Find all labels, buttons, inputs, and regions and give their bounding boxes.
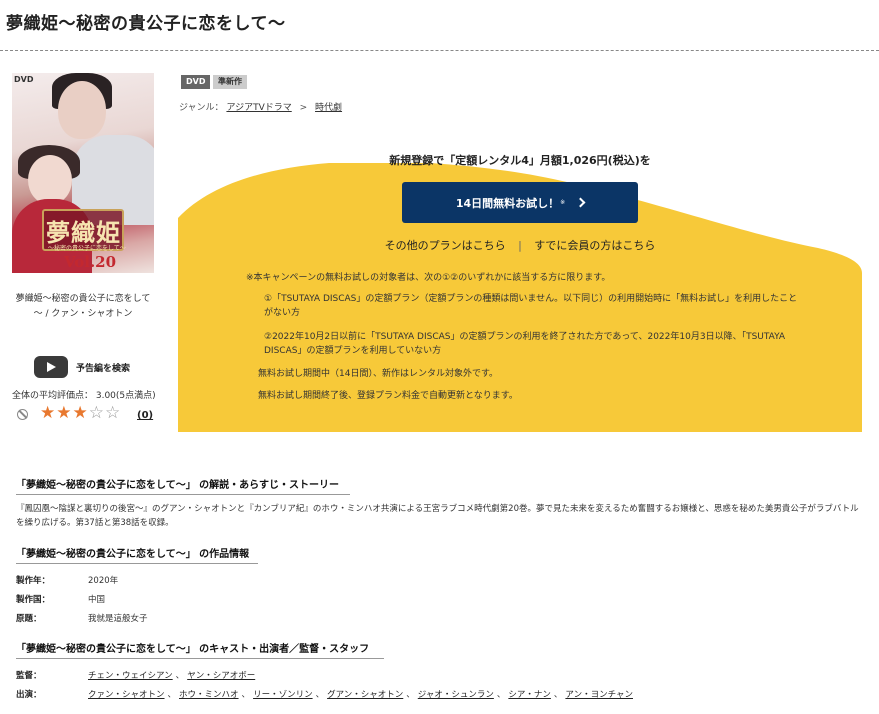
- production-country-row: 製作国： 中国: [16, 593, 105, 605]
- original-title-row: 原題： 我就是這般女子: [16, 612, 148, 624]
- story-section-heading: 「夢織姫～秘密の貴公子に恋をして～」 の解説・あらすじ・ストーリー: [16, 476, 350, 495]
- title-divider: [0, 50, 879, 51]
- star-empty-icon: ☆: [88, 403, 105, 423]
- original-title-label: 原題：: [16, 614, 42, 624]
- director-label: 監督：: [16, 671, 42, 681]
- production-year-value: 2020年: [88, 576, 119, 586]
- campaign-eligibility-note: ※本キャンペーンの無料お試しの対象者は、次の①②のいずれかに該当する方に限ります…: [246, 273, 611, 283]
- dvd-cover-image[interactable]: DVD 夢織姫 ～秘密の貴公子に恋をして～ Vol.20: [12, 73, 154, 273]
- review-count-link[interactable]: (0): [137, 410, 153, 421]
- campaign-note-auto-renew: 無料お試し期間終了後、登録プラン料金で自動更新となります。: [258, 391, 518, 401]
- actor-link[interactable]: アン・ヨンチャン: [565, 690, 633, 700]
- new-release-badge: 準新作: [213, 75, 247, 89]
- dvd-badge: DVD: [181, 75, 211, 89]
- cover-figure-face: [58, 81, 106, 139]
- star-rating: ★★★☆☆: [40, 403, 121, 423]
- cover-dvd-tag: DVD: [14, 75, 34, 84]
- other-plans-link[interactable]: その他のプランはこちら: [385, 239, 506, 252]
- actor-link[interactable]: グアン・シャオトン: [327, 690, 403, 700]
- work-info-heading: 「夢織姫～秘密の貴公子に恋をして～」 の作品情報: [16, 545, 258, 564]
- free-trial-button[interactable]: 14日間無料お試し！ ※: [402, 182, 638, 223]
- genre-label: ジャンル：: [179, 103, 224, 113]
- list-separator: 、: [175, 671, 185, 681]
- star-empty-icon: ☆: [105, 403, 122, 423]
- actor-link[interactable]: リー・ゾンリン: [253, 690, 313, 700]
- chevron-right-icon: [575, 197, 586, 208]
- production-country-label: 製作国：: [16, 595, 51, 605]
- genre-link-period-drama[interactable]: 時代劇: [315, 103, 342, 113]
- free-trial-note-mark: ※: [560, 199, 566, 206]
- plan-links: その他のプランはこちら | すでに会員の方はこちら: [178, 237, 862, 253]
- page-title: 夢織姫～秘密の貴公子に恋をして～: [6, 14, 286, 34]
- actor-link[interactable]: ジャオ・シュンラン: [418, 690, 494, 700]
- cover-volume: Vol.20: [64, 253, 117, 271]
- campaign-lead-text: 新規登録で「定額レンタル4」月額1,026円(税込)を: [389, 154, 651, 167]
- list-separator: 、: [241, 690, 251, 700]
- average-rating: 全体の平均評価点： 3.00(5点満点): [12, 391, 156, 401]
- free-trial-label: 14日間無料お試し！: [455, 196, 560, 210]
- list-separator: 、: [167, 690, 177, 700]
- actor-link[interactable]: シア・ナン: [508, 690, 551, 700]
- cast-staff-heading: 「夢織姫～秘密の貴公子に恋をして～」 のキャスト・出演者／監督・スタッフ: [16, 640, 384, 659]
- link-divider: |: [518, 239, 522, 252]
- director-link[interactable]: チェン・ウェイシアン: [88, 671, 173, 681]
- ban-icon: [17, 409, 28, 420]
- actor-link[interactable]: クァン・シャオトン: [88, 690, 165, 700]
- trailer-search-button[interactable]: 予告編を検索: [34, 356, 130, 378]
- director-row: 監督： チェン・ウェイシアン、ヤン・シアオボー: [16, 669, 255, 681]
- cover-figure-face: [28, 155, 72, 205]
- star-filled-icon: ★: [40, 403, 57, 423]
- play-icon: [34, 356, 68, 378]
- story-text: 『鳳囚凰～陰謀と裏切りの後宮～』のグアン・シャオトンと『カンブリア紀』のホウ・ミ…: [16, 504, 859, 528]
- trailer-label: 予告編を検索: [76, 363, 131, 374]
- list-separator: 、: [496, 690, 506, 700]
- campaign-note-new-releases: 無料お試し期間中（14日間）、新作はレンタル対象外です。: [258, 369, 499, 379]
- production-year-row: 製作年： 2020年: [16, 574, 118, 586]
- star-filled-icon: ★: [72, 403, 89, 423]
- cover-caption: 夢織姫～秘密の貴公子に恋をして～ / クァン・シャオトン: [15, 294, 151, 319]
- cast-label: 出演：: [16, 690, 42, 700]
- genre-breadcrumb: ジャンル： アジアTVドラマ > 時代劇: [179, 100, 342, 113]
- list-separator: 、: [315, 690, 325, 700]
- actor-link[interactable]: ホウ・ミンハオ: [179, 690, 239, 700]
- existing-member-link[interactable]: すでに会員の方はこちら: [534, 239, 655, 252]
- original-title-value: 我就是這般女子: [88, 614, 148, 624]
- cast-row: 出演： クァン・シャオトン、ホウ・ミンハオ、リー・ゾンリン、グアン・シャオトン、ジ…: [16, 688, 633, 700]
- production-year-label: 製作年：: [16, 576, 51, 586]
- campaign-condition-1: ①「TSUTAYA DISCAS」の定額プラン（定額プランの種類は問いません。以…: [264, 294, 798, 318]
- production-country-value: 中国: [88, 595, 106, 605]
- breadcrumb-separator: >: [299, 103, 308, 113]
- list-separator: 、: [553, 690, 563, 700]
- list-separator: 、: [406, 690, 415, 700]
- genre-link-asian-tv-drama[interactable]: アジアTVドラマ: [226, 103, 291, 113]
- star-filled-icon: ★: [56, 403, 73, 423]
- campaign-condition-2: ②2022年10月2日以前に「TSUTAYA DISCAS」の定額プランの利用を…: [264, 332, 786, 356]
- director-link[interactable]: ヤン・シアオボー: [187, 671, 255, 681]
- cover-logo-subtitle: ～秘密の貴公子に恋をして～: [48, 245, 126, 252]
